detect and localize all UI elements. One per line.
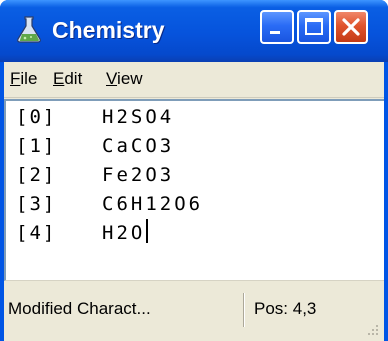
close-icon: [342, 18, 360, 36]
menu-view[interactable]: View: [106, 66, 143, 92]
close-button[interactable]: [334, 10, 368, 44]
window-title: Chemistry: [52, 17, 165, 43]
editor-line: [4] H2O: [16, 219, 149, 248]
resize-grip-icon[interactable]: [364, 321, 380, 337]
title-bar[interactable]: Chemistry: [0, 0, 388, 62]
text-caret: [146, 219, 149, 243]
line-value: H2SO4: [102, 106, 175, 128]
status-position: Pos: 4,3: [254, 299, 317, 318]
editor-line: [2] Fe2O3: [16, 161, 174, 190]
line-index: [0]: [16, 106, 57, 128]
maximize-button[interactable]: [297, 10, 331, 44]
flask-app-icon: [17, 16, 41, 43]
menu-edit[interactable]: Edit: [53, 66, 82, 92]
line-index: [3]: [16, 193, 57, 215]
line-index: [1]: [16, 135, 57, 157]
line-value: CaCO3: [102, 135, 175, 157]
editor-line: [3] C6H12O6: [16, 190, 203, 219]
status-divider: [243, 293, 245, 327]
line-index: [2]: [16, 164, 57, 186]
menu-file[interactable]: File: [10, 66, 37, 92]
line-index: [4]: [16, 222, 57, 244]
line-value: H2O: [102, 222, 146, 244]
menu-bar: File Edit View: [4, 62, 384, 98]
text-editor[interactable]: [0] H2SO4 [1] CaCO3 [2] Fe2O3 [3] C6H12O6 [4…: [4, 99, 384, 281]
status-message: Modified Charact...: [8, 299, 151, 318]
status-bar: Modified Charact... Pos: 4,3: [4, 281, 384, 341]
minimize-button[interactable]: [260, 10, 294, 44]
application-window: Chemistry File Edit View [0] H2SO4 [1] C…: [0, 0, 388, 341]
minimize-icon: [270, 31, 280, 34]
editor-line: [1] CaCO3: [16, 132, 174, 161]
maximize-icon: [305, 18, 323, 35]
line-value: Fe2O3: [102, 164, 175, 186]
client-area: File Edit View [0] H2SO4 [1] CaCO3 [2] Fe2O…: [4, 62, 384, 341]
editor-line: [0] H2SO4: [16, 103, 174, 132]
line-value: C6H12O6: [102, 193, 204, 215]
